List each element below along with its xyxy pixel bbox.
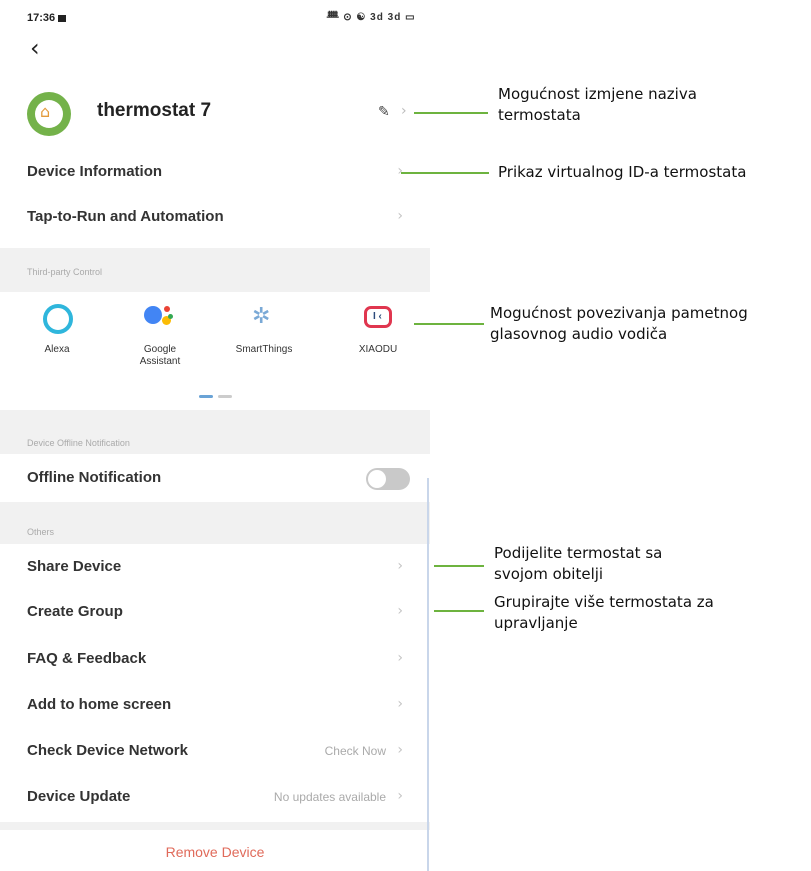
device-avatar: ⌂ — [27, 92, 71, 136]
smartthings-label: SmartThings — [235, 344, 293, 355]
annotation-voice: Mogućnost povezivanja pametnog glasovnog… — [490, 303, 748, 345]
annotation-share-line-1: Podijelite termostat sa — [494, 544, 663, 562]
status-icons: ᚙ ⊙ ☯ 3d 3d ▭ — [327, 12, 416, 23]
annotation-virtual-id: Prikaz virtualnog ID-a termostata — [498, 163, 747, 181]
faq-feedback-label: FAQ & Feedback — [27, 650, 147, 667]
alexa-item[interactable]: Alexa — [17, 300, 97, 356]
annotation-line-virtual-id — [401, 172, 489, 174]
annotation-share: Podijelite termostat sa svojom obitelji — [494, 543, 662, 585]
chevron-right-icon: › — [397, 742, 403, 758]
google-assistant-icon — [142, 300, 178, 336]
faq-feedback-row[interactable]: FAQ & Feedback › — [0, 637, 430, 681]
back-button[interactable]: ‹ — [30, 36, 40, 60]
device-update-label: Device Update — [27, 788, 131, 805]
chevron-right-icon: › — [397, 650, 403, 666]
annotation-line-voice — [414, 323, 484, 325]
annotation-group: Grupirajte više termostata za upravljanj… — [494, 592, 714, 634]
annotation-line-share — [434, 565, 484, 567]
device-information-label: Device Information — [27, 163, 163, 180]
add-home-screen-label: Add to home screen — [27, 696, 172, 713]
chevron-right-icon: › — [397, 603, 403, 619]
chevron-right-icon: › — [401, 103, 407, 119]
scroll-indicator — [427, 478, 429, 871]
offline-section-title: Device Offline Notification — [27, 438, 130, 448]
offline-notification-toggle[interactable] — [366, 468, 410, 490]
check-device-network-row[interactable]: Check Device Network Check Now › — [0, 729, 430, 773]
google-assistant-item[interactable]: Google Assistant — [120, 300, 200, 368]
share-device-row[interactable]: Share Device › — [0, 545, 430, 589]
check-now-value: Check Now — [324, 744, 386, 758]
chevron-right-icon: › — [397, 208, 403, 224]
chevron-right-icon: › — [397, 558, 403, 574]
xiaodu-item[interactable]: I ‹ XIAODU — [338, 300, 418, 356]
add-home-screen-row[interactable]: Add to home screen › — [0, 683, 430, 727]
annotation-rename: Mogućnost izmjene naziva termostata — [498, 84, 697, 126]
status-bar: 17:36 ᚙ ⊙ ☯ 3d 3d ▭ — [0, 0, 430, 40]
device-information-row[interactable]: Device Information › — [0, 150, 430, 194]
alexa-label: Alexa — [44, 344, 70, 355]
annotation-rename-line-1: Mogućnost izmjene naziva — [498, 85, 697, 103]
offline-notification-label: Offline Notification — [27, 469, 162, 486]
pager-dot — [218, 395, 232, 398]
tap-to-run-label: Tap-to-Run and Automation — [27, 208, 224, 225]
status-time-text: 17:36 — [27, 12, 56, 24]
third-party-section-title: Third-party Control — [27, 267, 103, 277]
check-device-network-label: Check Device Network — [27, 742, 188, 759]
device-header: ⌂ thermostat 7 ✎ › — [0, 84, 430, 142]
google-assistant-label: Google Assistant — [139, 344, 181, 367]
chevron-right-icon: › — [397, 163, 403, 179]
carousel-pager — [199, 395, 239, 399]
smartthings-item[interactable]: ✲ SmartThings — [224, 300, 304, 356]
notification-icon — [58, 15, 67, 22]
annotation-group-line-1: Grupirajte više termostata za — [494, 593, 714, 611]
chevron-left-icon: ‹ — [30, 34, 40, 62]
others-section-title: Others — [27, 527, 55, 537]
smartthings-icon: ✲ — [252, 304, 271, 329]
third-party-control: Alexa Google Assistant ✲ SmartThings I ‹… — [0, 292, 430, 410]
thermostat-icon: ⌂ — [40, 102, 51, 121]
tap-to-run-row[interactable]: Tap-to-Run and Automation › — [0, 195, 430, 239]
annotation-voice-line-2: glasovnog audio vodiča — [490, 325, 668, 343]
alexa-icon — [39, 300, 75, 336]
third-party-section-header: Third-party Control — [0, 248, 430, 292]
annotation-line-group — [434, 610, 484, 612]
xiaodu-icon: I ‹ — [360, 300, 396, 336]
offline-notification-row: Offline Notification — [0, 456, 430, 500]
create-group-row[interactable]: Create Group › — [0, 590, 430, 634]
chevron-right-icon: › — [397, 788, 403, 804]
xiaodu-label: XIAODU — [358, 344, 398, 355]
device-name: thermostat 7 — [97, 100, 212, 121]
others-section-header: Others — [0, 502, 430, 544]
annotation-line-rename — [414, 112, 488, 114]
create-group-label: Create Group — [27, 603, 123, 620]
pencil-icon: ✎ — [378, 104, 390, 120]
device-update-value: No updates available — [273, 790, 386, 804]
pager-dot-active — [199, 395, 213, 398]
chevron-right-icon: › — [397, 696, 403, 712]
edit-name-button[interactable]: ✎ — [378, 104, 390, 120]
remove-device-button[interactable]: Remove Device — [0, 844, 430, 860]
status-time: 17:36 — [27, 12, 67, 24]
remove-area: Remove Device — [0, 830, 430, 871]
annotation-share-line-2: svojom obitelji — [494, 565, 604, 583]
annotation-group-line-2: upravljanje — [494, 614, 578, 632]
annotation-rename-line-2: termostata — [498, 106, 581, 124]
annotation-voice-line-1: Mogućnost povezivanja pametnog — [490, 304, 748, 322]
toggle-knob — [368, 470, 386, 488]
offline-section-header: Device Offline Notification — [0, 410, 430, 454]
phone-screen: 17:36 ᚙ ⊙ ☯ 3d 3d ▭ ‹ ⌂ thermostat 7 ✎ ›… — [0, 0, 430, 871]
share-device-label: Share Device — [27, 558, 122, 575]
device-update-row[interactable]: Device Update No updates available › — [0, 775, 430, 819]
